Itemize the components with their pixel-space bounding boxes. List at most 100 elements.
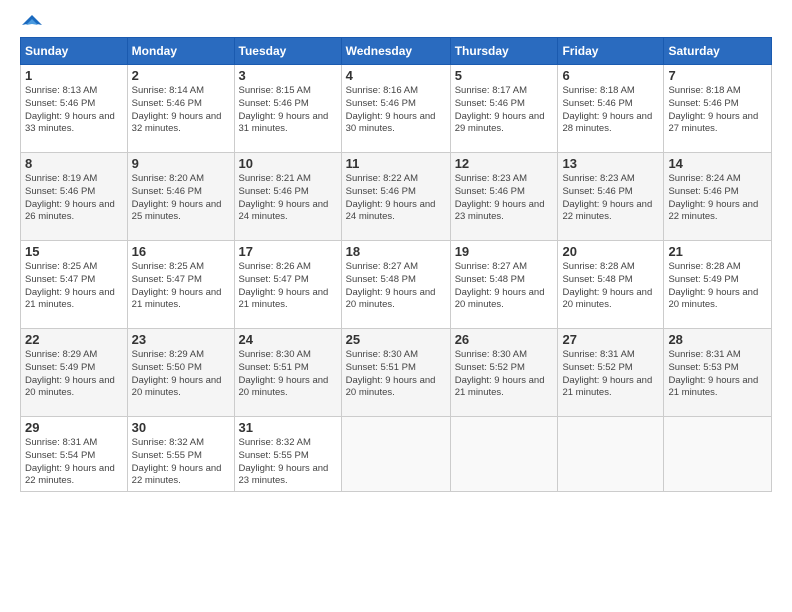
logo-text	[20, 15, 42, 35]
calendar-cell: 24 Sunrise: 8:30 AMSunset: 5:51 PMDaylig…	[234, 329, 341, 417]
day-number: 7	[668, 68, 767, 83]
day-info: Sunrise: 8:30 AMSunset: 5:51 PMDaylight:…	[239, 349, 329, 398]
day-info: Sunrise: 8:29 AMSunset: 5:49 PMDaylight:…	[25, 349, 115, 398]
calendar-cell	[558, 417, 664, 492]
day-number: 2	[132, 68, 230, 83]
day-number: 31	[239, 420, 337, 435]
calendar-cell: 26 Sunrise: 8:30 AMSunset: 5:52 PMDaylig…	[450, 329, 558, 417]
day-info: Sunrise: 8:30 AMSunset: 5:52 PMDaylight:…	[455, 349, 545, 398]
calendar-cell	[450, 417, 558, 492]
day-number: 15	[25, 244, 123, 259]
calendar-cell: 5 Sunrise: 8:17 AMSunset: 5:46 PMDayligh…	[450, 65, 558, 153]
calendar-cell: 15 Sunrise: 8:25 AMSunset: 5:47 PMDaylig…	[21, 241, 128, 329]
day-info: Sunrise: 8:28 AMSunset: 5:48 PMDaylight:…	[562, 261, 652, 310]
calendar-cell: 21 Sunrise: 8:28 AMSunset: 5:49 PMDaylig…	[664, 241, 772, 329]
calendar-cell	[341, 417, 450, 492]
header	[20, 15, 772, 31]
day-info: Sunrise: 8:32 AMSunset: 5:55 PMDaylight:…	[132, 437, 222, 486]
calendar-cell: 23 Sunrise: 8:29 AMSunset: 5:50 PMDaylig…	[127, 329, 234, 417]
day-info: Sunrise: 8:27 AMSunset: 5:48 PMDaylight:…	[346, 261, 436, 310]
calendar-cell: 13 Sunrise: 8:23 AMSunset: 5:46 PMDaylig…	[558, 153, 664, 241]
day-info: Sunrise: 8:18 AMSunset: 5:46 PMDaylight:…	[668, 85, 758, 134]
day-number: 22	[25, 332, 123, 347]
day-number: 25	[346, 332, 446, 347]
calendar-cell: 9 Sunrise: 8:20 AMSunset: 5:46 PMDayligh…	[127, 153, 234, 241]
calendar-week-row: 22 Sunrise: 8:29 AMSunset: 5:49 PMDaylig…	[21, 329, 772, 417]
calendar-cell: 11 Sunrise: 8:22 AMSunset: 5:46 PMDaylig…	[341, 153, 450, 241]
day-info: Sunrise: 8:24 AMSunset: 5:46 PMDaylight:…	[668, 173, 758, 222]
calendar-cell: 27 Sunrise: 8:31 AMSunset: 5:52 PMDaylig…	[558, 329, 664, 417]
day-number: 20	[562, 244, 659, 259]
day-number: 10	[239, 156, 337, 171]
calendar-header-tuesday: Tuesday	[234, 38, 341, 65]
day-info: Sunrise: 8:31 AMSunset: 5:54 PMDaylight:…	[25, 437, 115, 486]
day-number: 14	[668, 156, 767, 171]
calendar-cell: 29 Sunrise: 8:31 AMSunset: 5:54 PMDaylig…	[21, 417, 128, 492]
day-info: Sunrise: 8:21 AMSunset: 5:46 PMDaylight:…	[239, 173, 329, 222]
day-number: 5	[455, 68, 554, 83]
calendar-cell: 4 Sunrise: 8:16 AMSunset: 5:46 PMDayligh…	[341, 65, 450, 153]
day-number: 19	[455, 244, 554, 259]
day-info: Sunrise: 8:25 AMSunset: 5:47 PMDaylight:…	[132, 261, 222, 310]
day-info: Sunrise: 8:15 AMSunset: 5:46 PMDaylight:…	[239, 85, 329, 134]
day-info: Sunrise: 8:27 AMSunset: 5:48 PMDaylight:…	[455, 261, 545, 310]
calendar-cell: 7 Sunrise: 8:18 AMSunset: 5:46 PMDayligh…	[664, 65, 772, 153]
calendar-header-sunday: Sunday	[21, 38, 128, 65]
day-number: 24	[239, 332, 337, 347]
day-info: Sunrise: 8:17 AMSunset: 5:46 PMDaylight:…	[455, 85, 545, 134]
day-info: Sunrise: 8:30 AMSunset: 5:51 PMDaylight:…	[346, 349, 436, 398]
calendar-header-saturday: Saturday	[664, 38, 772, 65]
day-info: Sunrise: 8:28 AMSunset: 5:49 PMDaylight:…	[668, 261, 758, 310]
logo-icon	[22, 15, 42, 35]
day-number: 12	[455, 156, 554, 171]
day-info: Sunrise: 8:23 AMSunset: 5:46 PMDaylight:…	[562, 173, 652, 222]
calendar-cell: 25 Sunrise: 8:30 AMSunset: 5:51 PMDaylig…	[341, 329, 450, 417]
day-number: 8	[25, 156, 123, 171]
day-info: Sunrise: 8:16 AMSunset: 5:46 PMDaylight:…	[346, 85, 436, 134]
day-info: Sunrise: 8:29 AMSunset: 5:50 PMDaylight:…	[132, 349, 222, 398]
day-info: Sunrise: 8:31 AMSunset: 5:52 PMDaylight:…	[562, 349, 652, 398]
day-info: Sunrise: 8:19 AMSunset: 5:46 PMDaylight:…	[25, 173, 115, 222]
day-number: 11	[346, 156, 446, 171]
day-number: 17	[239, 244, 337, 259]
calendar-cell: 3 Sunrise: 8:15 AMSunset: 5:46 PMDayligh…	[234, 65, 341, 153]
calendar-cell: 18 Sunrise: 8:27 AMSunset: 5:48 PMDaylig…	[341, 241, 450, 329]
calendar-cell: 8 Sunrise: 8:19 AMSunset: 5:46 PMDayligh…	[21, 153, 128, 241]
calendar-header-wednesday: Wednesday	[341, 38, 450, 65]
day-number: 23	[132, 332, 230, 347]
calendar-cell: 14 Sunrise: 8:24 AMSunset: 5:46 PMDaylig…	[664, 153, 772, 241]
day-number: 9	[132, 156, 230, 171]
calendar-cell: 22 Sunrise: 8:29 AMSunset: 5:49 PMDaylig…	[21, 329, 128, 417]
calendar-cell: 30 Sunrise: 8:32 AMSunset: 5:55 PMDaylig…	[127, 417, 234, 492]
day-number: 26	[455, 332, 554, 347]
calendar-cell: 2 Sunrise: 8:14 AMSunset: 5:46 PMDayligh…	[127, 65, 234, 153]
calendar-cell	[664, 417, 772, 492]
day-number: 13	[562, 156, 659, 171]
day-number: 16	[132, 244, 230, 259]
calendar-cell: 6 Sunrise: 8:18 AMSunset: 5:46 PMDayligh…	[558, 65, 664, 153]
day-number: 18	[346, 244, 446, 259]
day-number: 28	[668, 332, 767, 347]
calendar-header-friday: Friday	[558, 38, 664, 65]
day-info: Sunrise: 8:13 AMSunset: 5:46 PMDaylight:…	[25, 85, 115, 134]
calendar-cell: 12 Sunrise: 8:23 AMSunset: 5:46 PMDaylig…	[450, 153, 558, 241]
day-info: Sunrise: 8:22 AMSunset: 5:46 PMDaylight:…	[346, 173, 436, 222]
calendar-week-row: 8 Sunrise: 8:19 AMSunset: 5:46 PMDayligh…	[21, 153, 772, 241]
calendar-cell: 28 Sunrise: 8:31 AMSunset: 5:53 PMDaylig…	[664, 329, 772, 417]
calendar-week-row: 15 Sunrise: 8:25 AMSunset: 5:47 PMDaylig…	[21, 241, 772, 329]
day-number: 3	[239, 68, 337, 83]
logo	[20, 15, 42, 31]
calendar-cell: 16 Sunrise: 8:25 AMSunset: 5:47 PMDaylig…	[127, 241, 234, 329]
day-info: Sunrise: 8:25 AMSunset: 5:47 PMDaylight:…	[25, 261, 115, 310]
calendar-header-monday: Monday	[127, 38, 234, 65]
calendar-header-row: SundayMondayTuesdayWednesdayThursdayFrid…	[21, 38, 772, 65]
calendar-week-row: 1 Sunrise: 8:13 AMSunset: 5:46 PMDayligh…	[21, 65, 772, 153]
calendar-cell: 20 Sunrise: 8:28 AMSunset: 5:48 PMDaylig…	[558, 241, 664, 329]
calendar-header-thursday: Thursday	[450, 38, 558, 65]
day-number: 27	[562, 332, 659, 347]
calendar-week-row: 29 Sunrise: 8:31 AMSunset: 5:54 PMDaylig…	[21, 417, 772, 492]
day-info: Sunrise: 8:32 AMSunset: 5:55 PMDaylight:…	[239, 437, 329, 486]
day-info: Sunrise: 8:23 AMSunset: 5:46 PMDaylight:…	[455, 173, 545, 222]
day-info: Sunrise: 8:14 AMSunset: 5:46 PMDaylight:…	[132, 85, 222, 134]
day-number: 30	[132, 420, 230, 435]
